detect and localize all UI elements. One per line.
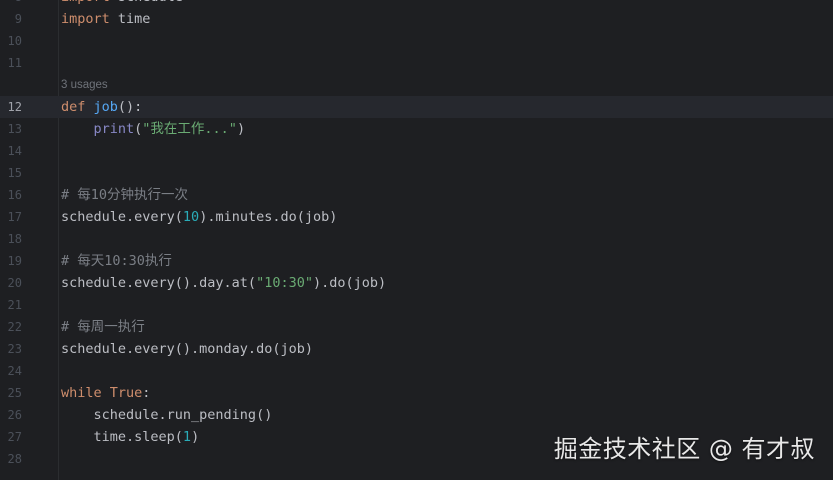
code-line[interactable]: 17 schedule.every(10).minutes.do(job) [0,206,833,228]
code-line[interactable]: 14 [0,140,833,162]
code-line[interactable]: 8 import schedule [0,0,833,8]
code-token: print [93,121,135,137]
code-token: True [109,385,143,401]
code-line[interactable]: 20 schedule.every().day.at("10:30").do(jo… [0,272,833,294]
code-token: schedule.every().day.at( [61,275,257,291]
code-line[interactable]: 24 [0,360,833,382]
code-text: schedule.every().monday.do(job) [61,338,313,360]
code-token: import [61,11,110,27]
code-token: # 每天10:30执行 [61,253,172,269]
code-line[interactable]: 15 [0,162,833,184]
code-text: # 每周一执行 [61,316,145,338]
code-text: schedule.run_pending() [61,404,273,426]
code-line[interactable]: 12 def job(): [0,96,833,118]
code-line[interactable]: 25 while True: [0,382,833,404]
code-token: "我在工作..." [142,121,237,137]
line-number: 17 [7,210,22,224]
code-line[interactable]: 22 # 每周一执行 [0,316,833,338]
code-text: while True: [61,382,150,404]
code-line[interactable]: 26 schedule.run_pending() [0,404,833,426]
code-token: "10:30" [256,275,313,291]
code-token: time.sleep( [61,429,183,445]
code-text: time.sleep(1) [61,426,200,448]
usages-hint[interactable]: 3 usages [61,74,108,96]
code-token: while [61,385,102,401]
code-lines[interactable]: 8 import schedule 9 import time 10 11 3 usages… [0,0,833,470]
line-number: 22 [7,320,22,334]
code-text: # 每天10:30执行 [61,250,172,272]
code-token: # 每10分钟执行一次 [61,187,189,203]
line-number: 19 [7,254,22,268]
code-text: print("我在工作...") [61,118,246,140]
code-line[interactable]: 18 [0,228,833,250]
watermark: 掘金技术社区 @ 有才叔 [553,435,815,463]
line-number: 23 [7,342,22,356]
code-line[interactable]: 3 usages [0,74,833,96]
code-line[interactable]: 23 schedule.every().monday.do(job) [0,338,833,360]
line-number: 10 [7,34,22,48]
line-number: 24 [7,364,22,378]
code-text: # 每10分钟执行一次 [61,184,188,206]
line-number: 14 [7,144,22,158]
line-number: 20 [7,276,22,290]
line-number: 15 [7,166,22,180]
line-number: 11 [7,56,22,70]
code-token: schedule.run_pending() [61,407,273,423]
code-line[interactable]: 21 [0,294,833,316]
code-token: time [109,11,151,27]
code-line[interactable]: 19 # 每天10:30执行 [0,250,833,272]
code-text: import schedule [61,0,183,8]
line-number: 13 [7,122,22,136]
line-number: 21 [7,298,22,312]
code-token: schedule.every().monday.do(job) [61,341,313,357]
code-token: (): [117,99,143,115]
code-line[interactable]: 16 # 每10分钟执行一次 [0,184,833,206]
code-text: def job(): [61,96,142,118]
code-line[interactable]: 11 [0,52,833,74]
code-text: schedule.every().day.at("10:30").do(job) [61,272,386,294]
code-token: : [142,385,151,401]
code-token: job [93,99,118,115]
line-number: 16 [7,188,22,202]
code-token: 10 [182,209,200,225]
code-token: # 每周一执行 [61,319,145,335]
code-token: ).minutes.do(job) [199,209,338,225]
line-number: 12 [7,100,22,114]
code-line[interactable]: 13 print("我在工作...") [0,118,833,140]
code-token: import [61,0,110,5]
code-text: schedule.every(10).minutes.do(job) [61,206,337,228]
line-number: 18 [7,232,22,246]
line-number: 8 [0,0,22,8]
code-token: ) [191,429,200,445]
code-token: ) [236,121,246,137]
line-number: 27 [7,430,22,444]
line-number: 28 [7,452,22,466]
code-text: import time [61,8,150,30]
line-number: 9 [14,12,22,26]
code-token: schedule [110,0,183,5]
line-number: 25 [7,386,22,400]
line-number: 26 [7,408,22,422]
code-token: 1 [182,429,192,445]
code-token: schedule.every( [61,209,183,225]
code-line[interactable]: 10 [0,30,833,52]
code-editor[interactable]: 8 import schedule 9 import time 10 11 3 usages… [0,0,833,480]
code-token: def [61,99,86,115]
code-line[interactable]: 9 import time [0,8,833,30]
code-token: ).do(job) [312,275,387,291]
